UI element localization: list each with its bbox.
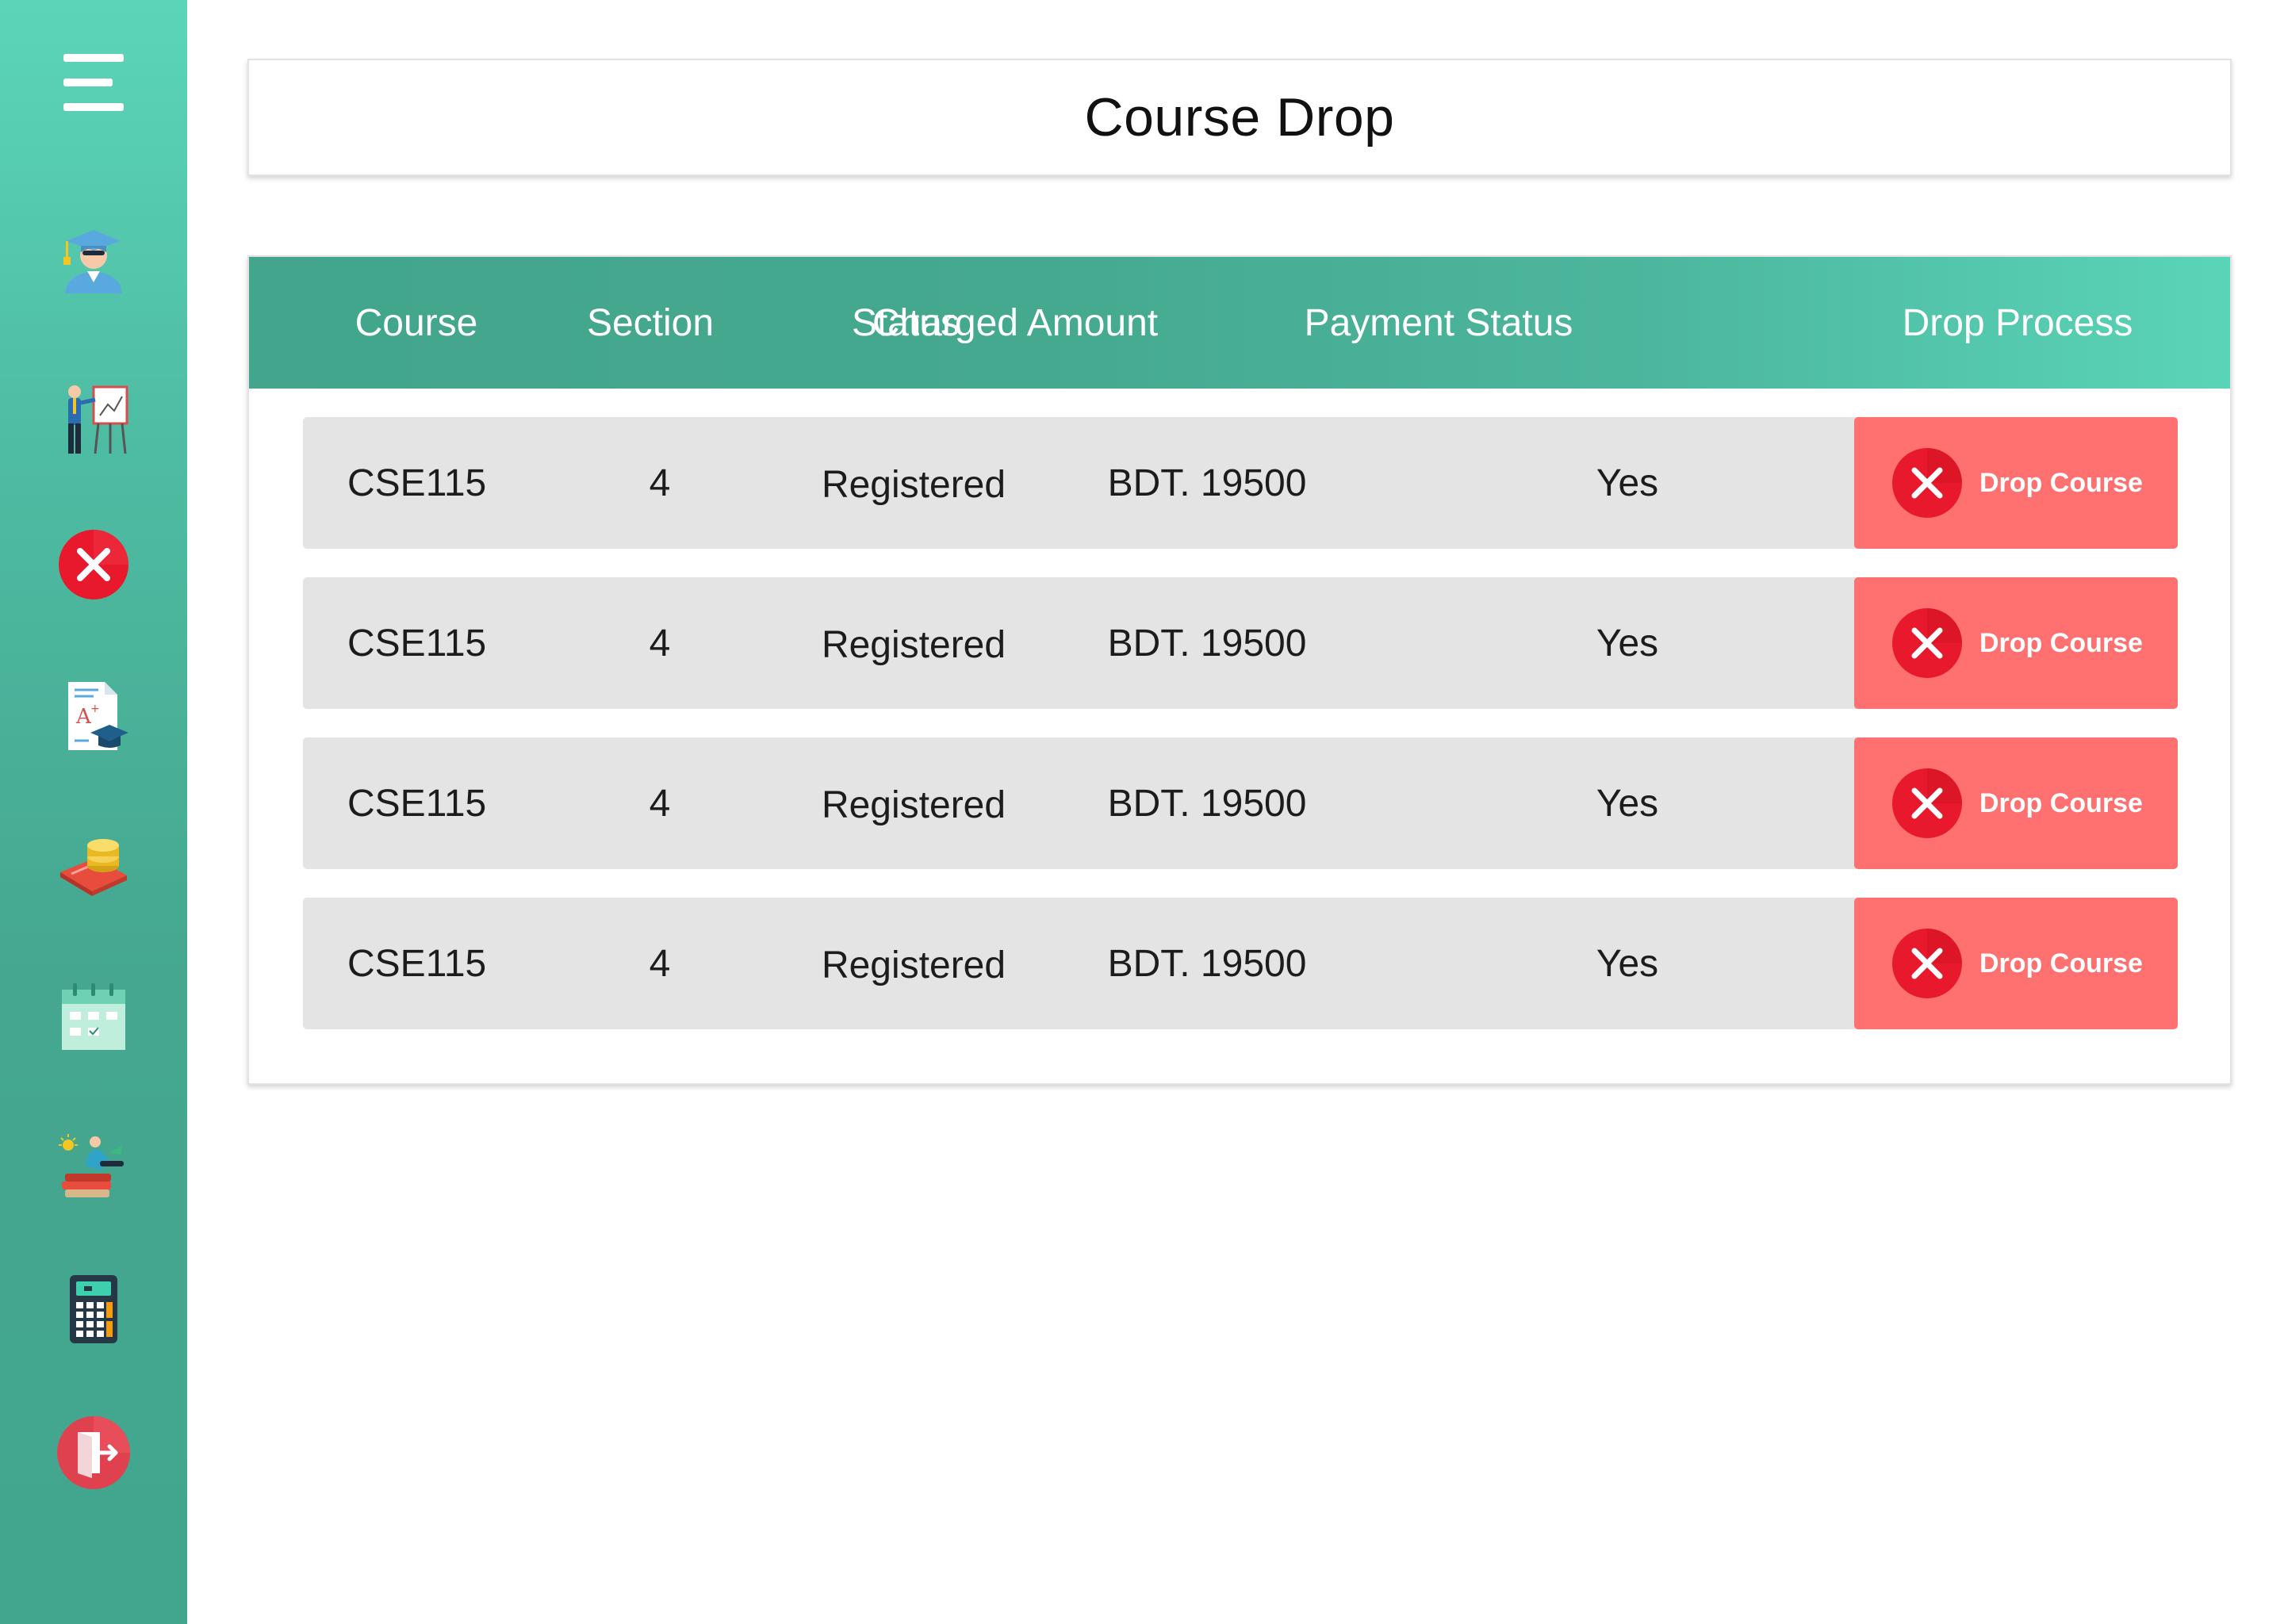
cell-charged-amount: BDT. 19500: [1107, 782, 1307, 825]
sidebar-item-course-drop[interactable]: [49, 520, 138, 609]
grade-report-icon: A +: [68, 682, 128, 750]
cell-charged-amount: BDT. 19500: [1107, 942, 1307, 985]
cell-payment-status: Yes: [1596, 462, 1659, 504]
sidebar-item-calendar[interactable]: [49, 972, 138, 1061]
sidebar-item-grades[interactable]: A +: [49, 671, 138, 760]
cell-section: 4: [649, 462, 671, 504]
column-header-course: Course: [354, 301, 478, 344]
cell-charged-amount: BDT. 19500: [1107, 462, 1307, 504]
sidebar-item-teaching[interactable]: [49, 373, 138, 462]
table-row: CSE115 4 Registered BDT. 19500 Yes Drop …: [303, 737, 2178, 869]
table-header: Course Section Status Charged Amount Pay…: [249, 257, 2230, 389]
menu-line: [63, 103, 124, 111]
drop-course-label: Drop Course: [1979, 948, 2143, 979]
cell-status: Registered: [821, 623, 1006, 666]
payment-coins-icon: [60, 839, 127, 896]
svg-text:A: A: [75, 705, 92, 729]
cell-section: 4: [649, 622, 671, 665]
cell-status: Registered: [821, 783, 1006, 826]
cell-course: CSE115: [347, 782, 487, 825]
column-header-drop-process: Drop Process: [1902, 301, 2133, 344]
sidebar-item-advising[interactable]: [49, 1121, 138, 1210]
close-icon: [1891, 927, 1964, 1000]
calculator-icon: [70, 1275, 117, 1343]
menu-line: [63, 79, 113, 86]
graduate-student-icon: [63, 230, 122, 293]
cell-status: Registered: [821, 944, 1006, 986]
table-row: CSE115 4 Registered BDT. 19500 Yes Drop …: [303, 417, 2178, 549]
calendar-icon: [62, 983, 125, 1050]
sidebar-item-calculator[interactable]: [49, 1264, 138, 1353]
column-header-payment-status: Payment Status: [1304, 301, 1573, 344]
teacher-board-icon: [68, 385, 128, 454]
hamburger-menu-icon[interactable]: [63, 54, 124, 111]
cell-course: CSE115: [347, 622, 487, 665]
sidebar-item-student[interactable]: [49, 214, 138, 303]
close-icon: [1891, 607, 1964, 680]
cell-payment-status: Yes: [1596, 782, 1659, 825]
sidebar-item-payments[interactable]: [49, 822, 138, 910]
drop-course-button[interactable]: Drop Course: [1854, 577, 2178, 709]
cell-course: CSE115: [347, 942, 487, 985]
study-books-icon: [59, 1134, 124, 1197]
cell-status: Registered: [821, 463, 1006, 506]
page-title: Course Drop: [1084, 87, 1395, 147]
table-row: CSE115 4 Registered BDT. 19500 Yes Drop …: [303, 898, 2178, 1029]
drop-course-label: Drop Course: [1979, 627, 2143, 658]
column-header-charged-amount: Charged Amount: [872, 301, 1159, 344]
cell-charged-amount: BDT. 19500: [1107, 622, 1307, 665]
page-header: Course Drop: [247, 59, 2232, 176]
close-icon: [1891, 446, 1964, 519]
cell-course: CSE115: [347, 462, 487, 504]
drop-course-label: Drop Course: [1979, 787, 2143, 818]
drop-course-button[interactable]: Drop Course: [1854, 737, 2178, 869]
drop-course-button[interactable]: Drop Course: [1854, 417, 2178, 549]
cell-section: 4: [649, 782, 671, 825]
cell-section: 4: [649, 942, 671, 985]
drop-course-label: Drop Course: [1979, 467, 2143, 498]
red-cross-icon: [59, 530, 128, 599]
logout-door-icon: [57, 1416, 130, 1489]
cell-payment-status: Yes: [1596, 622, 1659, 665]
course-drop-table: Course Section Status Charged Amount Pay…: [247, 255, 2232, 1085]
menu-line: [63, 54, 124, 62]
cell-payment-status: Yes: [1596, 942, 1659, 985]
sidebar-item-logout[interactable]: [49, 1408, 138, 1497]
table-row: CSE115 4 Registered BDT. 19500 Yes Drop …: [303, 577, 2178, 709]
sidebar: A +: [0, 0, 187, 1624]
drop-course-button[interactable]: Drop Course: [1854, 898, 2178, 1029]
close-icon: [1891, 767, 1964, 840]
svg-text:+: +: [90, 703, 100, 715]
column-header-section: Section: [586, 301, 715, 344]
